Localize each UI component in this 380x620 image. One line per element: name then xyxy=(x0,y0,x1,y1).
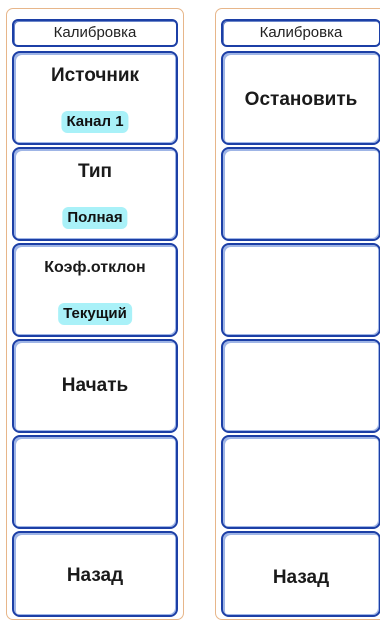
calibration-menu-panel-left: Калибровка Источник Канал 1 Тип Полная К… xyxy=(6,8,184,620)
start-softkey[interactable]: Начать xyxy=(12,339,178,433)
deviation-coefficient-value: Текущий xyxy=(58,303,132,325)
empty-softkey[interactable] xyxy=(221,339,380,433)
source-label: Источник xyxy=(50,65,140,86)
menu-title: Калибровка xyxy=(221,19,380,47)
empty-softkey[interactable] xyxy=(221,435,380,529)
back-softkey[interactable]: Назад xyxy=(12,531,178,617)
empty-softkey[interactable] xyxy=(221,147,380,241)
empty-softkey[interactable] xyxy=(12,435,178,529)
back-label: Назад xyxy=(272,567,330,588)
deviation-coefficient-softkey[interactable]: Коэф.отклон Текущий xyxy=(12,243,178,337)
empty-softkey[interactable] xyxy=(221,243,380,337)
type-value: Полная xyxy=(62,207,128,229)
type-label: Тип xyxy=(77,161,113,182)
back-softkey[interactable]: Назад xyxy=(221,531,380,617)
start-label: Начать xyxy=(61,375,129,396)
stop-softkey[interactable]: Остановить xyxy=(221,51,380,145)
stop-label: Остановить xyxy=(244,89,358,110)
source-softkey[interactable]: Источник Канал 1 xyxy=(12,51,178,145)
source-value: Канал 1 xyxy=(61,111,129,133)
type-softkey[interactable]: Тип Полная xyxy=(12,147,178,241)
back-label: Назад xyxy=(66,565,124,586)
calibration-menu-panel-right: Калибровка Остановить Назад xyxy=(215,8,380,620)
menu-title: Калибровка xyxy=(12,19,178,47)
deviation-coefficient-label: Коэф.отклон xyxy=(44,259,146,276)
